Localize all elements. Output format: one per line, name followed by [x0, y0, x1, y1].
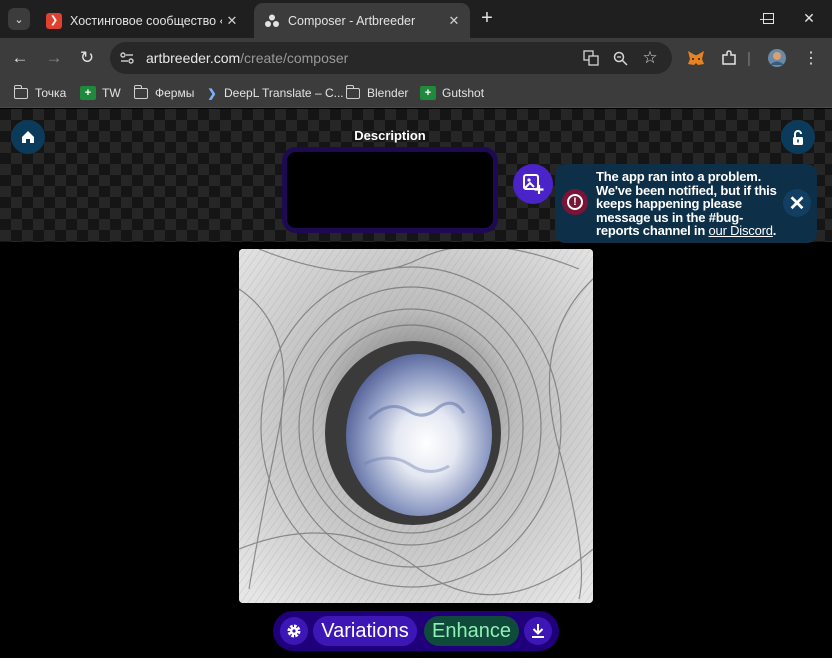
folder-icon — [133, 84, 149, 100]
back-button[interactable]: ← — [8, 46, 32, 70]
discord-link[interactable]: our Discord — [709, 223, 773, 238]
translate-icon[interactable] — [579, 46, 603, 70]
bookmark-tw[interactable]: + TW — [80, 83, 121, 103]
close-tab-icon[interactable]: ✕ — [444, 11, 464, 31]
bookmark-label: Фермы — [155, 86, 195, 100]
description-label: Description — [354, 128, 426, 143]
new-tab-button[interactable]: + — [476, 8, 498, 30]
zoom-icon[interactable] — [608, 46, 632, 70]
variations-button[interactable]: Variations — [313, 616, 417, 646]
artbreeder-composer-page: Description ! The app ran into a problem… — [0, 109, 832, 658]
tab-title: Хостинговое сообщество «Tim — [70, 13, 222, 28]
home-icon — [22, 131, 34, 143]
green-plus-icon: + — [420, 86, 436, 100]
tab-hosting-community[interactable]: ❯ Хостинговое сообщество «Tim ✕ — [36, 3, 248, 38]
home-button[interactable] — [11, 120, 45, 154]
bookmarks-bar: Точка + TW Фермы ❯ DeepL Translate – C..… — [0, 78, 832, 108]
error-suffix: . — [772, 223, 777, 238]
close-window-button[interactable]: ✕ — [786, 0, 832, 36]
description-input[interactable] — [282, 147, 498, 233]
bookmark-gutshot[interactable]: + Gutshot — [420, 83, 484, 103]
browser-menu-icon[interactable]: ⋮ — [799, 46, 823, 70]
bookmark-fermy[interactable]: Фермы — [133, 83, 194, 103]
forward-button[interactable]: → — [42, 46, 66, 70]
reload-button[interactable]: ↻ — [75, 46, 99, 70]
add-image-button[interactable] — [513, 164, 553, 204]
folder-icon — [13, 84, 29, 100]
bookmark-tochka[interactable]: Точка — [13, 83, 66, 103]
generated-artwork-image[interactable] — [239, 249, 593, 603]
extensions-puzzle-icon[interactable] — [717, 46, 741, 70]
bookmark-star-icon[interactable]: ☆ — [638, 46, 662, 70]
folder-icon — [345, 84, 361, 100]
browser-toolbar: ← → ↻ artbreeder.com/create/composer ☆ |… — [0, 38, 832, 78]
gear-icon — [287, 624, 301, 638]
bookmark-label: DeepL Translate – C... — [224, 86, 344, 100]
bookmark-label: Точка — [35, 86, 67, 100]
bookmark-deepl[interactable]: ❯ DeepL Translate – C... — [206, 83, 344, 103]
download-button[interactable] — [524, 617, 552, 645]
profile-avatar[interactable] — [765, 46, 789, 70]
download-icon — [532, 624, 544, 638]
bookmark-label: Gutshot — [442, 86, 485, 100]
unlock-button[interactable] — [781, 120, 815, 154]
enhance-button[interactable]: Enhance — [424, 616, 519, 646]
bookmark-label: TW — [102, 86, 121, 100]
settings-button[interactable] — [280, 617, 308, 645]
youtube-style-favicon-icon: ❯ — [46, 12, 62, 29]
image-action-bar: Variations Enhance — [273, 611, 559, 651]
title-bar: ⌄ ❯ Хостинговое сообщество «Tim ✕ Compos… — [0, 0, 832, 38]
toolbar-divider: | — [747, 49, 751, 67]
bookmark-blender[interactable]: Blender — [345, 83, 408, 103]
url-text: artbreeder.com/create/composer — [146, 50, 349, 66]
error-message: The app ran into a problem. We've been n… — [596, 170, 786, 238]
error-toast: ! The app ran into a problem. We've been… — [555, 164, 817, 243]
unlock-icon — [793, 129, 803, 145]
maximize-button[interactable] — [745, 0, 791, 36]
site-settings-icon[interactable] — [112, 43, 142, 73]
bookmark-label: Blender — [367, 86, 409, 100]
metamask-extension-icon[interactable] — [684, 46, 708, 70]
alert-icon: ! — [562, 189, 588, 215]
deepl-icon: ❯ — [207, 87, 217, 100]
dismiss-error-button[interactable]: ✕ — [783, 189, 811, 217]
green-plus-icon: + — [80, 86, 96, 100]
add-image-icon — [523, 174, 544, 194]
tab-search-button[interactable]: ⌄ — [8, 8, 30, 30]
tab-title: Composer - Artbreeder — [288, 13, 416, 28]
artbreeder-favicon-icon — [264, 13, 280, 29]
tab-composer-artbreeder[interactable]: Composer - Artbreeder ✕ — [254, 3, 470, 38]
close-tab-icon[interactable]: ✕ — [222, 11, 242, 31]
